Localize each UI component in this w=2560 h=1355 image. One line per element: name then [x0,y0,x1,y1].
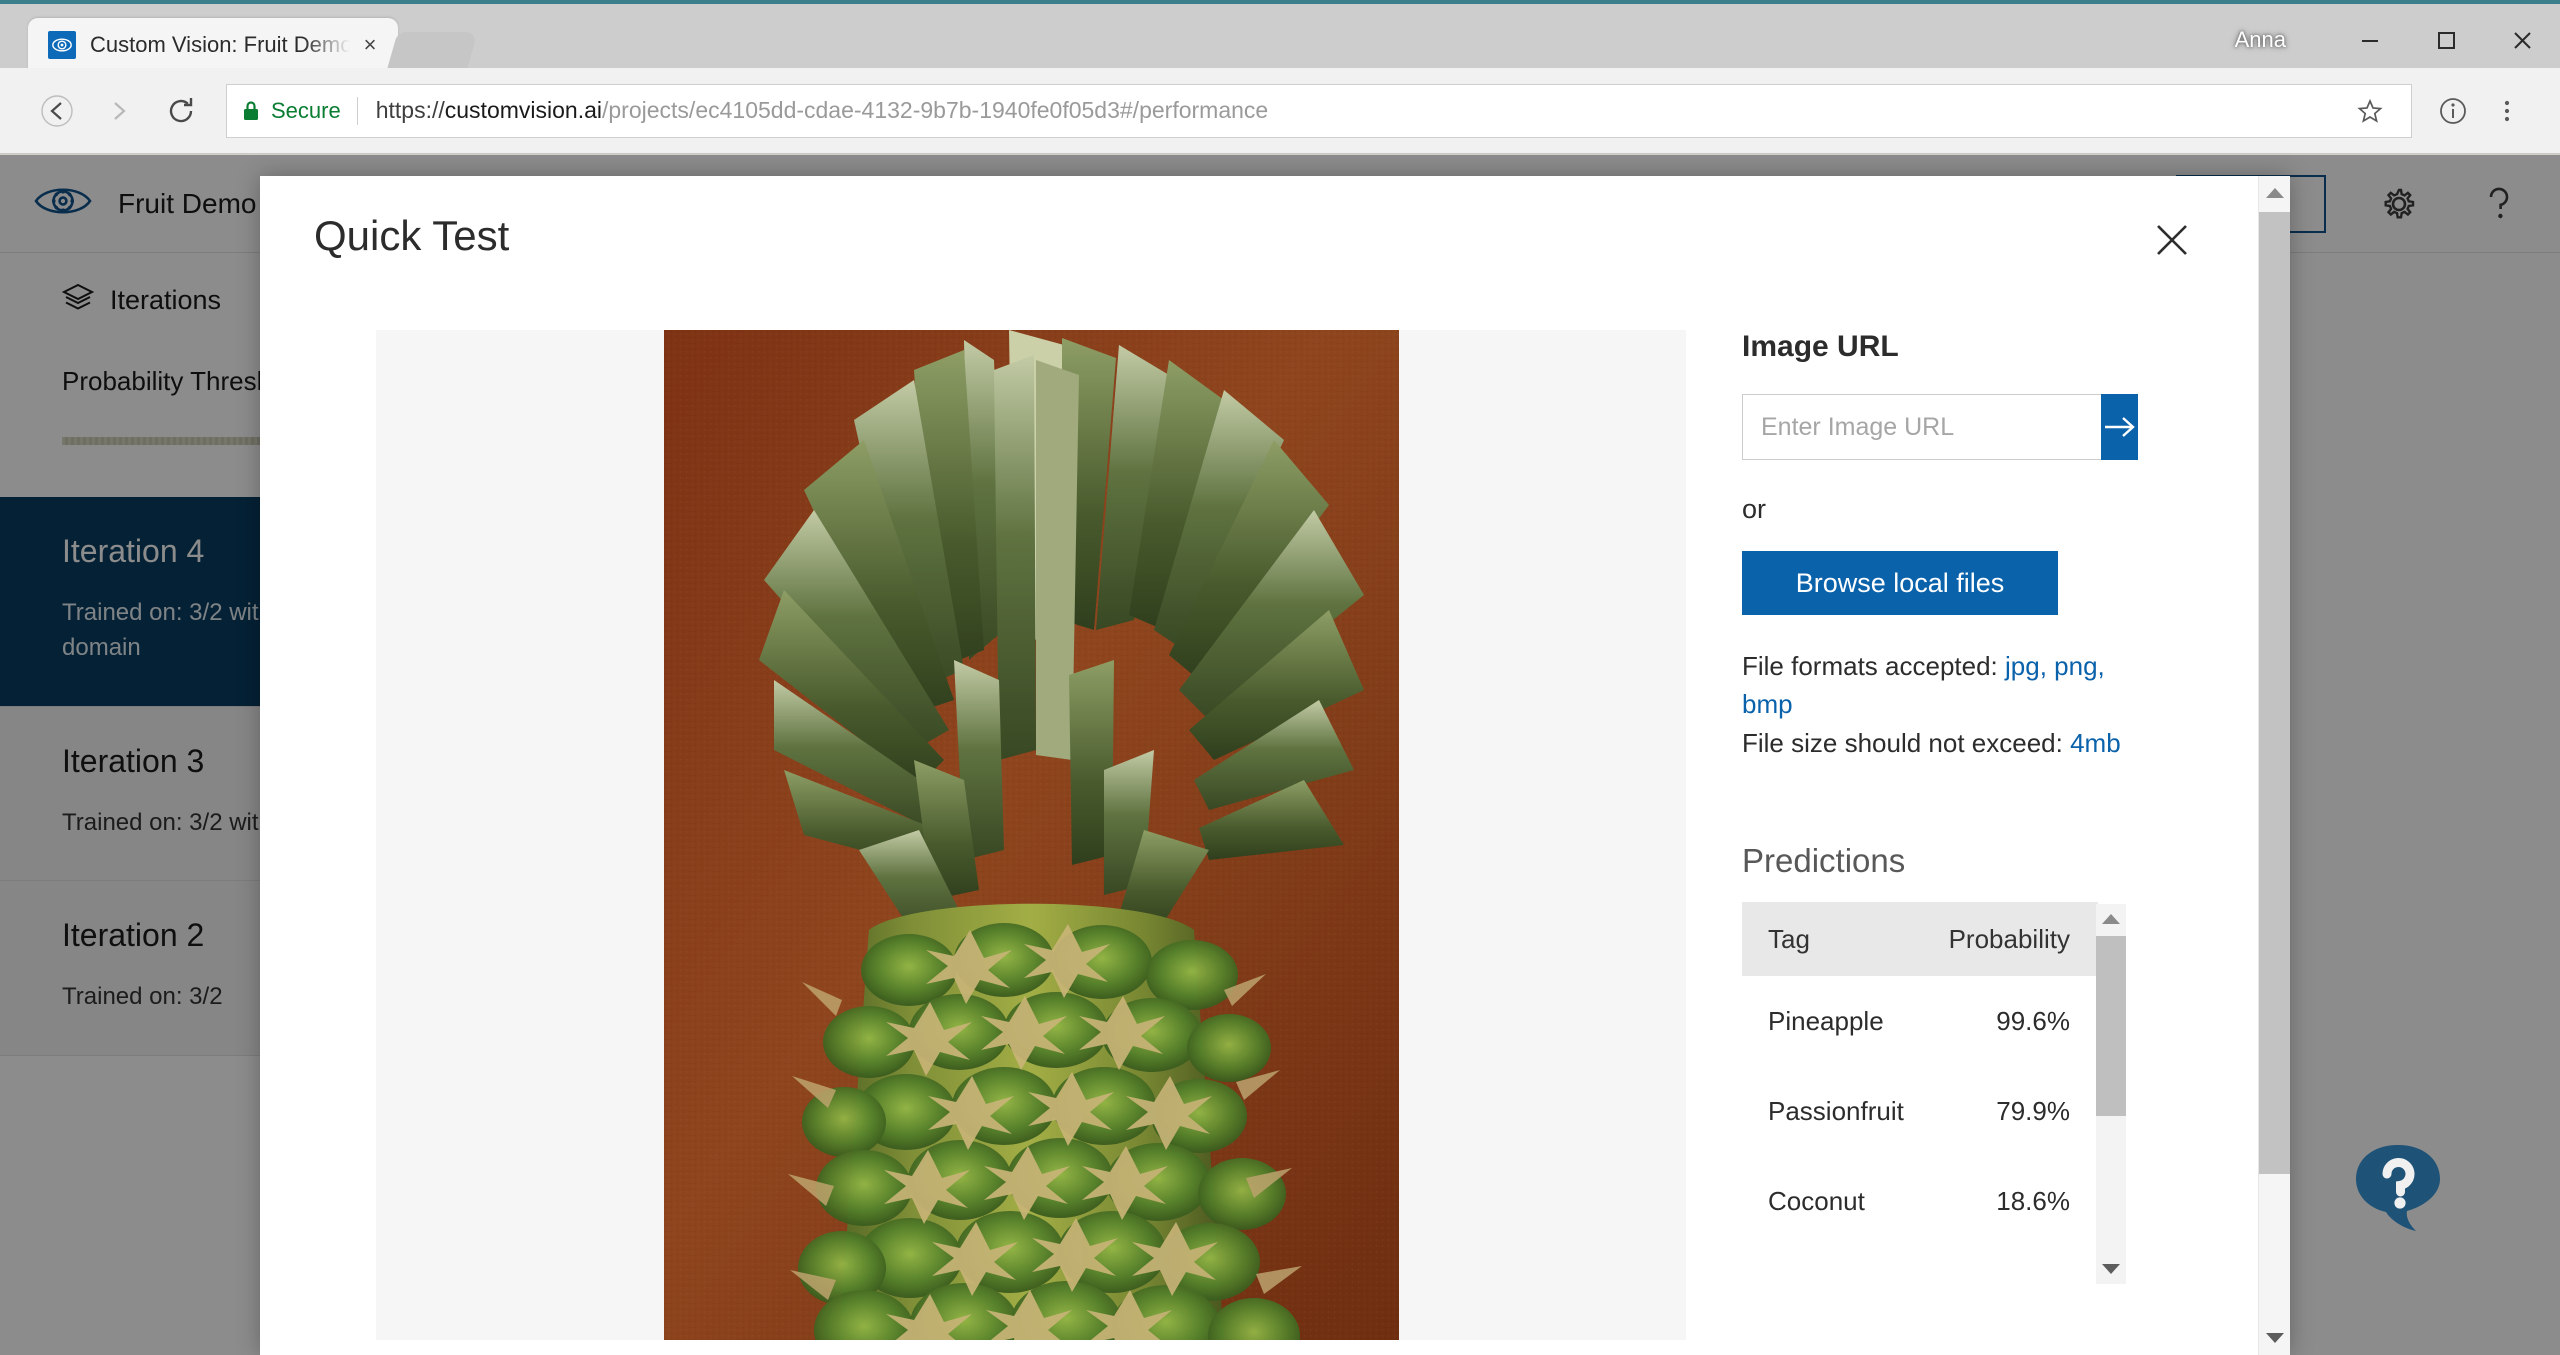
address-bar[interactable]: Secure https://customvision.ai/projects/… [226,83,2412,138]
file-requirements: File formats accepted: jpg, png, bmp Fil… [1742,647,2142,762]
tab-title: Custom Vision: Fruit Demo [90,32,350,57]
browser-titlebar: Custom Vision: Fruit Demo × Anna [0,0,2560,72]
omnibox-divider [356,96,358,125]
prediction-probability: 79.9% [1996,1095,2070,1126]
modal-content: Image URL or Browse local files [260,330,2258,1340]
star-icon[interactable] [2343,84,2397,138]
maximize-icon[interactable] [2408,8,2484,72]
predictions-header-row: Tag Probability [1742,902,2098,977]
browse-local-files-button[interactable]: Browse local files [1742,551,2058,615]
help-chat-bubble-icon[interactable] [2346,1135,2450,1239]
prediction-tag: Passionfruit [1768,1095,1904,1126]
file-size-prefix: File size should not exceed: [1742,727,2071,758]
predictions-table: Tag Probability Pineapple 99.6% Passionf… [1742,902,2098,1246]
table-row: Pineapple 99.6% [1742,976,2098,1066]
arrow-right-icon [2104,417,2135,437]
project-name: Fruit Demo [118,187,257,219]
app-brand[interactable]: Fruit Demo [34,181,256,226]
gear-icon[interactable] [2372,177,2426,231]
quick-test-side-pane: Image URL or Browse local files [1686,330,2258,1340]
test-image-pane [376,330,1686,1340]
table-row: Coconut 18.6% [1742,1156,2098,1246]
secure-badge: Secure [241,98,357,124]
modal-titlebar: Quick Test [260,212,2258,268]
column-header-probability: Probability [1948,923,2070,954]
image-url-heading: Image URL [1742,330,1899,363]
reload-icon[interactable] [150,80,212,142]
layers-icon [61,283,95,318]
browser-tab[interactable]: Custom Vision: Fruit Demo × [28,18,398,72]
tab-strip: Custom Vision: Fruit Demo × [28,18,478,72]
url-text: https://customvision.ai/projects/ec4105d… [376,97,1268,124]
predictions-heading: Predictions [1742,842,1906,880]
table-row: Passionfruit 79.9% [1742,1066,2098,1156]
image-url-submit-button[interactable] [2101,394,2138,460]
modal-title: Quick Test [314,212,510,259]
file-size-value: 4mb [2070,727,2121,758]
url-path: /projects/ec4105dd-cdae-4132-9b7b-1940fe… [602,97,1269,123]
back-arrow-icon[interactable] [26,80,88,142]
tab-close-icon[interactable]: × [356,31,384,59]
quick-test-modal: Quick Test Image URL Enter Image URL or … [260,176,2290,1355]
url-host: customvision.ai [444,97,602,123]
predictions-scrollbar[interactable] [2096,904,2126,1285]
kebab-menu-icon[interactable] [2480,84,2534,138]
secure-label: Secure [271,97,341,123]
forward-arrow-icon [88,80,150,142]
close-icon[interactable] [2144,212,2200,268]
predictions-section: Predictions Tag Probability Pineapple 99… [1742,842,2146,1285]
question-mark-icon[interactable] [2472,177,2526,231]
minimize-icon[interactable] [2332,8,2408,72]
lock-icon [244,100,258,120]
window-controls: Anna [2235,8,2560,72]
close-icon[interactable] [2484,8,2560,72]
url-scheme: https:// [375,97,445,123]
modal-body: Quick Test Image URL Enter Image URL or … [260,176,2258,1355]
prediction-probability: 99.6% [1996,1005,2070,1036]
image-url-input[interactable] [1742,394,2101,460]
iterations-label: Iterations [110,285,222,315]
custom-vision-icon [48,31,76,59]
info-icon[interactable] [2426,84,2480,138]
file-formats-prefix: File formats accepted: [1742,651,2005,681]
omnibox-actions [2329,84,2397,138]
eye-gear-logo-icon [34,181,92,226]
pineapple-photo [663,330,1399,1340]
user-profile-label[interactable]: Anna [2235,27,2286,53]
scroll-down-arrow-icon[interactable] [2096,1254,2126,1284]
new-tab-button[interactable] [386,32,478,72]
browser-window: Custom Vision: Fruit Demo × Anna Secure … [0,0,2560,1355]
modal-scrollbar[interactable] [2258,176,2290,1355]
scrollbar-thumb[interactable] [2096,936,2126,1117]
scroll-up-arrow-icon[interactable] [2259,176,2290,210]
prediction-tag: Coconut [1768,1185,1865,1216]
image-url-row [1742,394,2138,460]
scroll-down-arrow-icon[interactable] [2259,1321,2290,1355]
or-label: or [1742,494,1767,524]
prediction-probability: 18.6% [1996,1185,2070,1216]
browser-toolbar: Secure https://customvision.ai/projects/… [0,68,2560,154]
scroll-up-arrow-icon[interactable] [2096,904,2126,934]
column-header-tag: Tag [1768,923,1810,954]
prediction-tag: Pineapple [1768,1005,1884,1036]
scrollbar-thumb[interactable] [2259,212,2290,1174]
